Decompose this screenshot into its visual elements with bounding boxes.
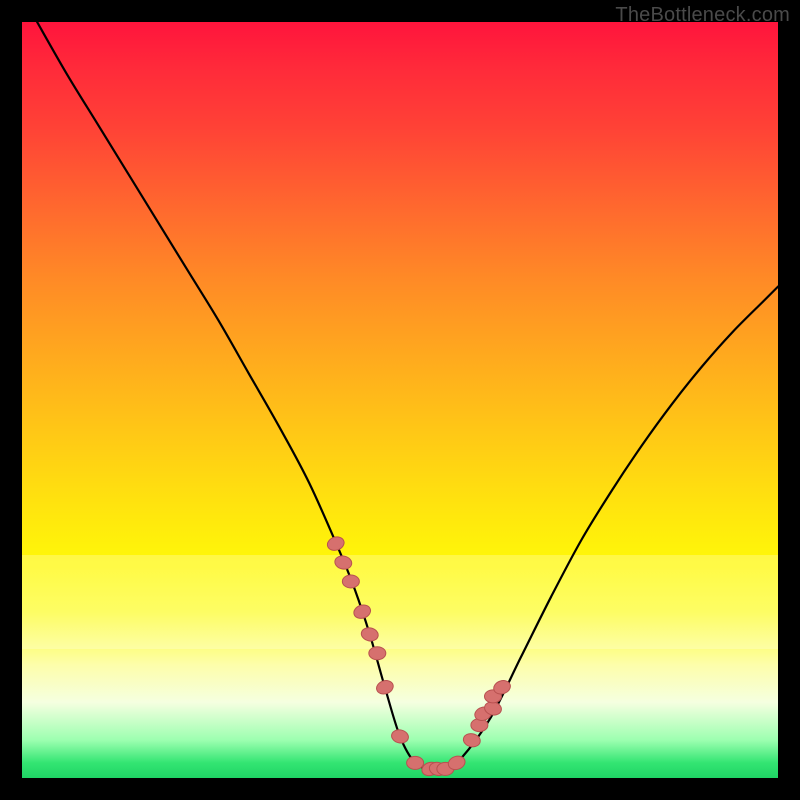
marker-dot [390,728,409,744]
watermark-text: TheBottleneck.com [615,4,790,27]
curve-layer [22,22,778,778]
plot-area [22,22,778,778]
marker-dot [342,575,359,588]
marker-dot [360,626,379,642]
marker-dot [407,756,424,769]
marker-dot [375,678,395,696]
marker-dot [326,535,346,553]
marker-dot [369,647,386,660]
bottleneck-curve [37,22,778,770]
marker-dot [334,554,353,570]
marker-group [326,535,513,778]
outer-frame: TheBottleneck.com [0,0,800,800]
marker-dot [352,603,372,621]
